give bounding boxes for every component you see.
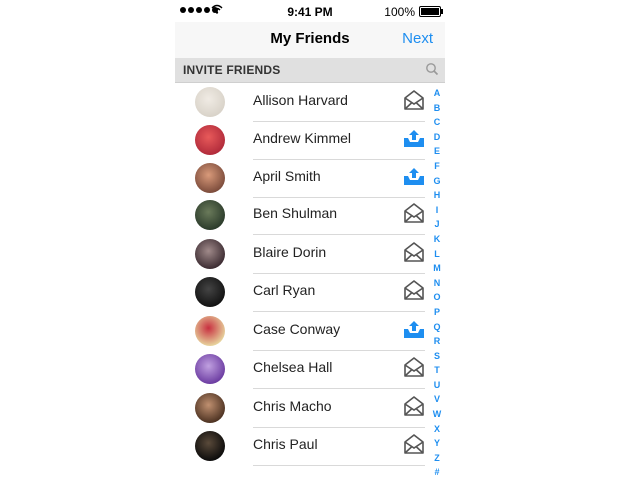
invite-mail-icon[interactable] (403, 203, 425, 225)
section-header: INVITE FRIENDS (175, 58, 445, 83)
index-letter[interactable]: T (430, 363, 444, 378)
friend-name: Chris Macho (253, 398, 332, 414)
index-letter[interactable]: K (430, 232, 444, 247)
avatar (195, 200, 225, 230)
alphabet-index[interactable]: A B C D E F G H I J K L M N O P Q R S T U V W X Y Z # (430, 86, 444, 480)
invite-upload-icon[interactable] (403, 319, 425, 341)
friend-name: Case Conway (253, 321, 341, 337)
phone-screen: 9:41 PM 100% My Friends Next INVITE FRIE… (175, 0, 445, 480)
avatar (195, 277, 225, 307)
avatar (195, 239, 225, 269)
friend-name: Chris Paul (253, 436, 318, 452)
friend-row[interactable]: Chris Paul (175, 428, 425, 466)
index-letter[interactable]: A (430, 86, 444, 101)
invite-upload-icon[interactable] (403, 166, 425, 188)
index-letter[interactable]: W (430, 407, 444, 422)
index-letter[interactable]: L (430, 247, 444, 262)
friend-name: Chelsea Hall (253, 359, 333, 375)
friend-row[interactable]: Carl Ryan (175, 274, 425, 312)
invite-mail-icon[interactable] (403, 357, 425, 379)
index-letter[interactable]: # (430, 465, 444, 480)
invite-mail-icon[interactable] (403, 434, 425, 456)
index-letter[interactable]: I (430, 203, 444, 218)
battery-percentage: 100% (384, 5, 415, 19)
battery-icon (419, 6, 443, 17)
index-letter[interactable]: E (430, 144, 444, 159)
index-letter[interactable]: G (430, 174, 444, 189)
friend-row[interactable]: Blaire Dorin (175, 236, 425, 274)
friend-row[interactable]: Case Conway (175, 313, 425, 351)
row-divider (253, 234, 425, 235)
avatar (195, 125, 225, 155)
friend-row[interactable]: Ben Shulman (175, 197, 425, 235)
index-letter[interactable]: Z (430, 451, 444, 466)
friend-row[interactable]: Allison Harvard (175, 84, 425, 122)
index-letter[interactable]: X (430, 422, 444, 437)
friend-row[interactable]: Andrew Kimmel (175, 122, 425, 160)
row-divider (253, 388, 425, 389)
status-bar: 9:41 PM 100% (175, 0, 445, 22)
friend-name: Ben Shulman (253, 205, 338, 221)
friend-name: April Smith (253, 168, 321, 184)
avatar (195, 393, 225, 423)
row-divider (253, 311, 425, 312)
friend-name: Andrew Kimmel (253, 130, 352, 146)
index-letter[interactable]: O (430, 290, 444, 305)
next-button[interactable]: Next (402, 30, 433, 47)
avatar (195, 87, 225, 117)
invite-upload-icon[interactable] (403, 128, 425, 150)
invite-mail-icon[interactable] (403, 280, 425, 302)
index-letter[interactable]: M (430, 261, 444, 276)
index-letter[interactable]: P (430, 305, 444, 320)
avatar (195, 354, 225, 384)
index-letter[interactable]: H (430, 188, 444, 203)
index-letter[interactable]: V (430, 392, 444, 407)
index-letter[interactable]: Y (430, 436, 444, 451)
avatar (195, 163, 225, 193)
index-letter[interactable]: D (430, 130, 444, 145)
index-letter[interactable]: S (430, 349, 444, 364)
index-letter[interactable]: C (430, 115, 444, 130)
index-letter[interactable]: R (430, 334, 444, 349)
index-letter[interactable]: B (430, 101, 444, 116)
index-letter[interactable]: Q (430, 320, 444, 335)
invite-mail-icon[interactable] (403, 396, 425, 418)
friend-row[interactable]: Chris Macho (175, 390, 425, 428)
friend-row[interactable]: Chelsea Hall (175, 351, 425, 389)
invite-mail-icon[interactable] (403, 90, 425, 112)
index-letter[interactable]: U (430, 378, 444, 393)
friend-name: Allison Harvard (253, 92, 348, 108)
invite-mail-icon[interactable] (403, 242, 425, 264)
friend-row[interactable]: April Smith (175, 160, 425, 198)
avatar (195, 431, 225, 461)
index-letter[interactable]: F (430, 159, 444, 174)
search-icon[interactable] (425, 62, 439, 76)
avatar (195, 316, 225, 346)
row-divider (253, 465, 425, 466)
index-letter[interactable]: N (430, 276, 444, 291)
index-letter[interactable]: J (430, 217, 444, 232)
navigation-bar: My Friends Next (175, 22, 445, 58)
section-label: INVITE FRIENDS (183, 63, 281, 77)
friend-name: Carl Ryan (253, 282, 316, 298)
friend-name: Blaire Dorin (253, 244, 327, 260)
